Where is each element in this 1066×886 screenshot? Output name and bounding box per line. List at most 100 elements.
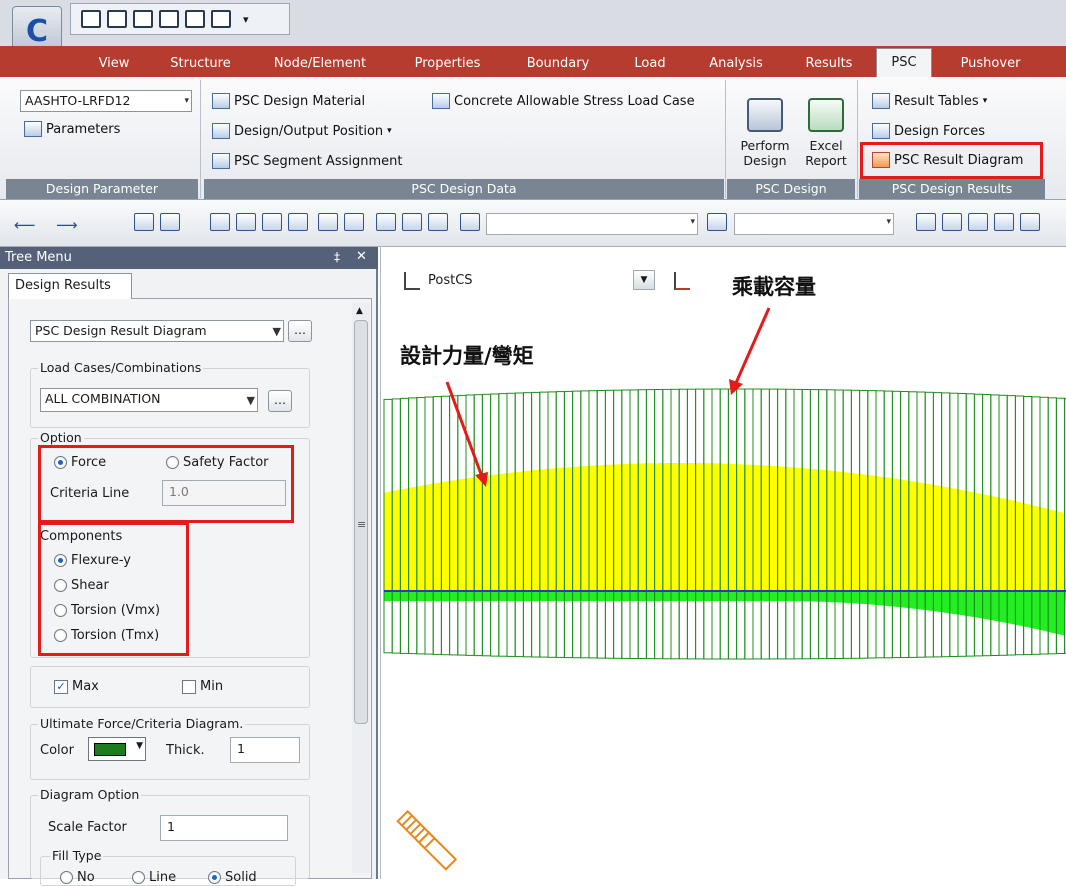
tab-results[interactable]: Results xyxy=(797,50,861,77)
excel-report-icon xyxy=(808,98,844,132)
select-volume-icon[interactable] xyxy=(344,213,364,231)
fill-type-label: Fill Type xyxy=(50,848,104,863)
option-label: Option xyxy=(38,430,84,445)
group-psc-design-results: PSC Design Results xyxy=(859,179,1045,199)
psc-segment-assignment-button[interactable]: PSC Segment Assignment xyxy=(212,153,402,169)
select-window-2-icon[interactable] xyxy=(236,213,256,231)
design-forces-button[interactable]: Design Forces xyxy=(872,123,985,139)
allowable-stress-button[interactable]: Concrete Allowable Stress Load Case xyxy=(432,93,695,109)
print-icon[interactable] xyxy=(185,10,205,28)
highlight-result-diagram xyxy=(860,142,1043,179)
tab-boundary[interactable]: Boundary xyxy=(518,50,598,77)
negative-force-fill xyxy=(384,591,1066,636)
filter-select[interactable]: ▾ xyxy=(734,213,894,235)
segment-icon xyxy=(212,153,230,169)
scroll-up-icon[interactable]: ▲ xyxy=(356,306,363,316)
tab-structure[interactable]: Structure xyxy=(163,50,238,77)
parameters-button[interactable]: Parameters xyxy=(24,121,120,137)
capacity-annotation: 乘載容量 xyxy=(732,275,816,299)
group-psc-design: PSC Design xyxy=(727,179,855,199)
chevron-down-icon: ▾ xyxy=(982,96,988,106)
quick-access-toolbar: ▾ xyxy=(70,3,290,35)
tab-properties[interactable]: Properties xyxy=(405,50,490,77)
toggle-active-icon[interactable] xyxy=(968,213,988,231)
fill-no-radio[interactable]: No xyxy=(60,870,95,885)
min-checkbox[interactable]: Min xyxy=(182,679,223,694)
allowable-stress-icon xyxy=(432,93,450,109)
close-icon[interactable]: ✕ xyxy=(356,249,367,264)
group-psc-design-data: PSC Design Data xyxy=(204,179,724,199)
load-case-more-button[interactable]: … xyxy=(268,390,292,412)
psc-design-material-button[interactable]: PSC Design Material xyxy=(212,93,365,109)
position-icon xyxy=(212,123,230,139)
play-icon[interactable] xyxy=(994,213,1014,231)
ribbon-separator xyxy=(200,80,201,198)
activate-icon[interactable] xyxy=(916,213,936,231)
unselect-icon[interactable] xyxy=(376,213,396,231)
arrow-to-capacity xyxy=(729,307,771,395)
ultimate-label: Ultimate Force/Criteria Diagram. xyxy=(38,716,246,731)
excel-report-button[interactable]: Excel Report xyxy=(797,92,855,176)
thick-input[interactable]: 1 xyxy=(230,737,300,763)
perform-design-icon xyxy=(747,98,783,132)
select-polygon-icon[interactable] xyxy=(160,213,180,231)
chevron-down-icon: ▾ xyxy=(690,217,695,227)
selection-identify-select[interactable]: ▾ xyxy=(486,213,698,235)
highlight-option xyxy=(38,445,294,523)
load-case-select[interactable]: ALL COMBINATION ▼ xyxy=(40,388,258,412)
diagram-option-label: Diagram Option xyxy=(38,787,142,802)
select-plane-icon[interactable] xyxy=(318,213,338,231)
customize-dropdown-icon[interactable]: ▾ xyxy=(243,13,249,26)
structure-group-icon[interactable] xyxy=(1020,213,1040,231)
tab-node-element[interactable]: Node/Element xyxy=(265,50,375,77)
color-swatch xyxy=(94,743,126,756)
ribbon-separator xyxy=(725,80,726,198)
arrow-to-force xyxy=(445,381,488,487)
fill-solid-radio[interactable]: Solid xyxy=(208,870,257,885)
pin-icon[interactable]: ‡ xyxy=(334,250,340,264)
design-code-select[interactable]: AASHTO-LRFD12 ▾ xyxy=(20,90,192,112)
filter-icon[interactable] xyxy=(707,213,727,231)
perform-design-button[interactable]: Perform Design xyxy=(735,92,795,176)
material-icon xyxy=(212,93,230,109)
forward-arrow-icon[interactable]: ⟶ xyxy=(56,216,78,234)
new-file-icon[interactable] xyxy=(81,10,101,28)
result-tables-button[interactable]: Result Tables ▾ xyxy=(872,93,987,109)
tab-analysis[interactable]: Analysis xyxy=(700,50,772,77)
inactivate-icon[interactable] xyxy=(942,213,962,231)
chevron-down-icon: ▼ xyxy=(272,325,281,338)
select-intersect-icon[interactable] xyxy=(288,213,308,231)
mode-select[interactable]: PSC Design Result Diagram ▼ xyxy=(30,320,284,342)
load-cases-label: Load Cases/Combinations xyxy=(38,360,204,375)
color-picker[interactable]: ▼ xyxy=(88,737,146,761)
tab-design-results[interactable]: Design Results xyxy=(8,273,132,299)
unselect-window-icon[interactable] xyxy=(402,213,422,231)
table-icon xyxy=(872,93,890,109)
chevron-down-icon: ▼ xyxy=(136,741,143,751)
select-window-icon[interactable] xyxy=(134,213,154,231)
save-icon[interactable] xyxy=(159,10,179,28)
chevron-down-icon: ▼ xyxy=(246,394,255,407)
support-glyph xyxy=(396,809,458,871)
open-file-icon[interactable] xyxy=(107,10,127,28)
chevron-down-icon: ▾ xyxy=(184,96,189,106)
unselect-all-icon[interactable] xyxy=(428,213,448,231)
design-output-position-button[interactable]: Design/Output Position ▾ xyxy=(212,123,392,139)
fill-line-radio[interactable]: Line xyxy=(132,870,176,885)
max-checkbox[interactable]: ✓ Max xyxy=(54,679,99,694)
design-forces-icon xyxy=(872,123,890,139)
tab-load[interactable]: Load xyxy=(625,50,675,77)
pointer-icon[interactable] xyxy=(460,213,480,231)
tab-psc[interactable]: PSC xyxy=(876,48,932,78)
scale-factor-input[interactable]: 1 xyxy=(160,815,288,841)
highlight-components xyxy=(38,522,189,656)
select-single-icon[interactable] xyxy=(210,213,230,231)
mode-more-button[interactable]: … xyxy=(288,320,312,342)
tab-view[interactable]: View xyxy=(88,50,140,77)
ribbon-separator xyxy=(857,80,858,198)
select-polygon-2-icon[interactable] xyxy=(262,213,282,231)
tab-pushover[interactable]: Pushover xyxy=(948,50,1033,77)
back-arrow-icon[interactable]: ⟵ xyxy=(14,216,36,234)
open-recent-icon[interactable] xyxy=(133,10,153,28)
print-preview-icon[interactable] xyxy=(211,10,231,28)
